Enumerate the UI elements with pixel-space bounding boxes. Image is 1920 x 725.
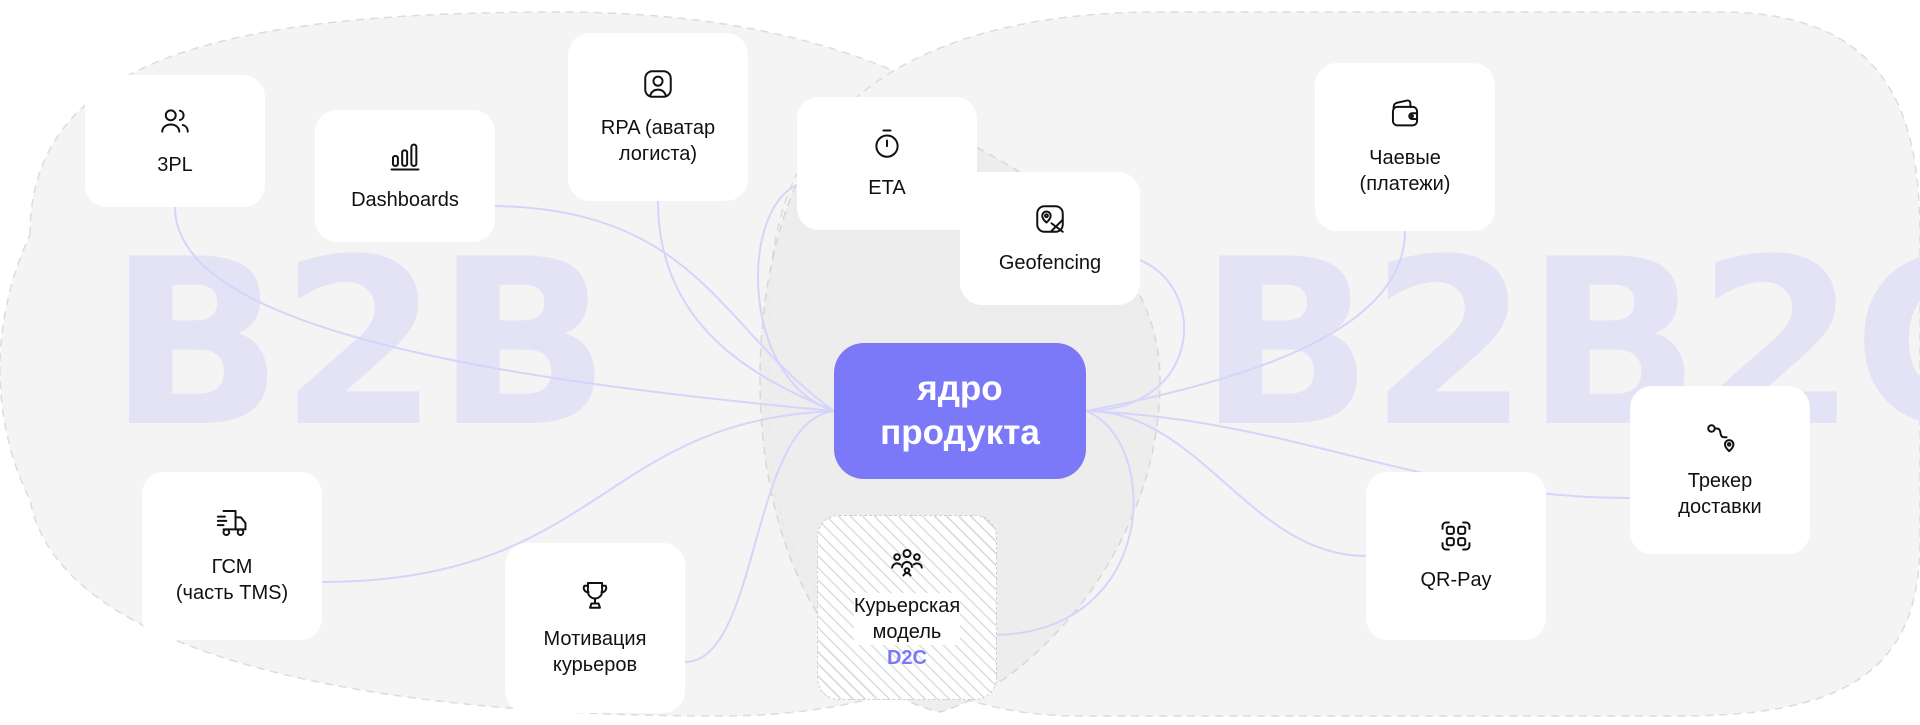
- node-motivation-label: Мотивация курьеров: [543, 628, 647, 676]
- stopwatch-icon: [870, 127, 904, 161]
- node-tracker-label: Трекер доставки: [1678, 470, 1762, 518]
- product-core-diagram: B2B B2B2C 3PL: [0, 0, 1920, 725]
- user-portrait-icon: [641, 67, 675, 101]
- connector-qr: [1085, 409, 1367, 557]
- node-qr-pay: QR-Pay: [1366, 472, 1546, 640]
- node-tips-label: Чаевые (платежи): [1359, 147, 1451, 195]
- team-icon: [890, 545, 924, 579]
- connector-motivation: [684, 410, 835, 663]
- node-courier-label: Курьерская модель: [853, 592, 961, 645]
- node-geofencing-label: Geofencing: [998, 251, 1102, 274]
- product-core-label: ядро продукта: [880, 369, 1040, 452]
- connector-rpa: [657, 200, 835, 412]
- node-eta: ETA: [797, 97, 977, 230]
- connector-tracker: [1085, 410, 1631, 499]
- node-gsm-label: ГСМ (часть TMS): [175, 556, 289, 604]
- trophy-icon: [578, 578, 612, 612]
- node-geofencing: Geofencing: [960, 172, 1140, 305]
- node-rpa: RPA (аватар логиста): [568, 33, 748, 201]
- node-3pl: 3PL: [85, 75, 265, 207]
- qr-code-icon: [1439, 519, 1473, 553]
- node-motivation: Мотивация курьеров: [505, 543, 685, 713]
- node-dashboards-label: Dashboards: [351, 189, 459, 211]
- wallet-icon: [1388, 97, 1422, 131]
- node-gsm: ГСМ (часть TMS): [142, 472, 322, 640]
- node-tips: Чаевые (платежи): [1315, 63, 1495, 231]
- node-eta-label: ETA: [868, 176, 906, 199]
- node-courier-model: Курьерская модель D2C: [817, 515, 997, 700]
- route-icon: [1703, 420, 1737, 454]
- bar-chart-icon: [388, 139, 422, 173]
- node-dashboards: Dashboards: [315, 110, 495, 242]
- node-courier-highlight: D2C: [886, 646, 927, 669]
- node-tracker: Трекер доставки: [1630, 386, 1810, 554]
- connector-dashboards: [494, 205, 835, 412]
- node-3pl-label: 3PL: [157, 154, 193, 176]
- connector-3pl: [174, 206, 835, 412]
- node-rpa-label: RPA (аватар логиста): [600, 117, 716, 165]
- product-core-node: ядро продукта: [834, 343, 1086, 479]
- delivery-truck-icon: [215, 506, 249, 540]
- node-qr-pay-label: QR-Pay: [1420, 569, 1492, 591]
- users-icon: [158, 104, 192, 138]
- map-pin-icon: [1033, 202, 1067, 236]
